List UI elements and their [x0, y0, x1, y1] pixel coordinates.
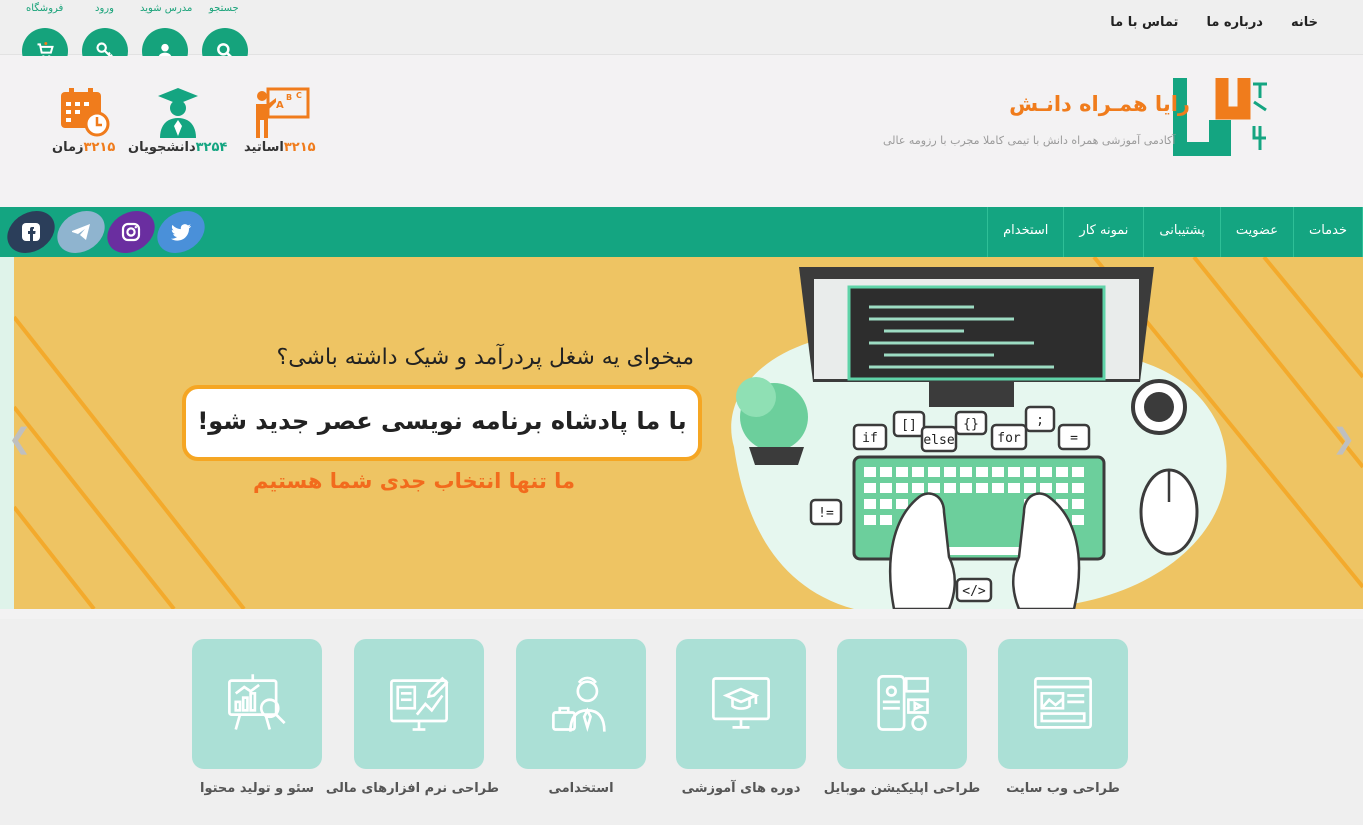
- code-bubble-equals: =: [1070, 431, 1078, 446]
- calendar-clock-icon: [60, 88, 110, 137]
- banner-headline-box: با ما پادشاه برنامه نویسی عصر جدید شو!: [182, 385, 702, 461]
- twitter-link[interactable]: [152, 211, 210, 253]
- mobile-app-icon: [877, 675, 929, 731]
- top-nav-about[interactable]: درباره ما: [1206, 15, 1263, 30]
- service-label: طراحی نرم افزارهای مالی: [325, 781, 499, 796]
- instagram-link[interactable]: [102, 211, 160, 253]
- twitter-icon: [171, 224, 191, 241]
- graduate-icon: [157, 88, 198, 138]
- menu-portfolio[interactable]: نمونه کار: [1063, 207, 1143, 257]
- course-icon: [712, 677, 770, 729]
- banner-question: میخوای یه شغل پردرآمد و شیک داشته باشی؟: [276, 345, 694, 370]
- teacher-board-icon: A B C: [255, 87, 310, 138]
- menu-services[interactable]: خدمات: [1292, 207, 1363, 257]
- stat-time-value: ۳۲۱۵: [83, 140, 116, 155]
- code-bubble-if: if: [862, 431, 878, 446]
- telegram-link[interactable]: [52, 211, 110, 253]
- main-nav: خدمات عضویت پشتیبانی نمونه کار استخدام: [0, 207, 1363, 257]
- service-mobile-app[interactable]: طراحی اپلیکیشن موبایل: [822, 639, 982, 796]
- employee-icon: [552, 676, 606, 732]
- slider-next-arrow[interactable]: ❯: [1332, 422, 1355, 455]
- banner-subline: ما تنها انتخاب جدی شما هستیم: [252, 469, 576, 493]
- stat-teachers: A B C ۳۲۱۵اساتید: [244, 86, 316, 155]
- service-label: سئو و تولید محتوا: [200, 781, 314, 796]
- slider-prev-arrow[interactable]: ❮: [8, 422, 31, 455]
- shop-label[interactable]: فروشگاه: [26, 3, 63, 14]
- code-bubble-for: for: [997, 431, 1021, 446]
- social-links: [2, 211, 210, 253]
- service-finance-software[interactable]: طراحی نرم افزارهای مالی: [325, 639, 499, 796]
- code-bubble-braces: {}: [963, 417, 979, 432]
- service-label: طراحی وب سایت: [1006, 781, 1120, 796]
- svg-text:B: B: [286, 93, 292, 102]
- brand-name: رایا همـراه دانـش: [1009, 92, 1190, 116]
- code-bubble-semicolon: ;: [1036, 413, 1044, 428]
- top-nav: خانه درباره ما تماس با ما: [1110, 15, 1318, 30]
- instagram-icon: [121, 222, 141, 242]
- hero-slide: if [] else {} for ; = != </> میخوای یه ش…: [14, 257, 1363, 609]
- service-label: دوره های آموزشی: [681, 781, 801, 796]
- service-seo[interactable]: سئو و تولید محتوا: [177, 639, 337, 796]
- stat-students: ۳۲۵۴دانشجویان: [128, 86, 227, 155]
- top-bar: خانه درباره ما تماس با ما فروشگاه ورود م…: [0, 0, 1363, 74]
- facebook-link[interactable]: [2, 211, 60, 253]
- stat-students-label: دانشجویان: [128, 140, 196, 155]
- menu-membership[interactable]: عضویت: [1219, 207, 1293, 257]
- stat-time: ۳۲۱۵زمان: [52, 86, 115, 155]
- stat-teachers-label: اساتید: [244, 140, 284, 155]
- service-label: طراحی اپلیکیشن موبایل: [823, 781, 981, 796]
- stat-students-value: ۳۲۵۴: [195, 140, 228, 155]
- banner-headline: با ما پادشاه برنامه نویسی عصر جدید شو!: [197, 407, 687, 435]
- finance-software-icon: [390, 676, 449, 731]
- service-web-design[interactable]: طراحی وب سایت: [983, 639, 1143, 796]
- service-hiring[interactable]: استخدامی: [501, 639, 661, 796]
- stat-teachers-value: ۳۲۱۵: [283, 140, 316, 155]
- service-label: استخدامی: [548, 781, 614, 796]
- svg-text:A: A: [276, 100, 284, 111]
- seo-icon: [228, 674, 286, 730]
- code-bubble-tag: </>: [962, 584, 986, 599]
- login-label[interactable]: ورود: [95, 3, 114, 14]
- svg-text:C: C: [296, 91, 302, 100]
- code-bubble-brackets: []: [901, 418, 917, 433]
- teacher-label[interactable]: مدرس شوید: [140, 3, 192, 14]
- hero-slider: if [] else {} for ; = != </> میخوای یه ش…: [0, 257, 1363, 609]
- service-courses[interactable]: دوره های آموزشی: [661, 639, 821, 796]
- menu-careers[interactable]: استخدام: [987, 207, 1063, 257]
- website-icon: [1034, 677, 1092, 729]
- facebook-icon: [22, 223, 40, 241]
- services-section: طراحی وب سایت طراحی اپلیکیشن موبایل دوره…: [0, 619, 1363, 825]
- code-bubble-else: else: [923, 433, 954, 448]
- site-header: رایا همـراه دانـش آکادمی آموزشی همراه دا…: [0, 56, 1363, 207]
- brand-tagline: آکادمی آموزشی همراه دانش با تیمی کاملا م…: [883, 134, 1176, 147]
- stat-time-label: زمان: [52, 140, 84, 155]
- top-nav-home[interactable]: خانه: [1291, 15, 1318, 30]
- top-nav-contact[interactable]: تماس با ما: [1110, 15, 1178, 30]
- search-label[interactable]: جستجو: [209, 3, 239, 14]
- main-menu: خدمات عضویت پشتیبانی نمونه کار استخدام: [987, 207, 1363, 257]
- code-bubble-not-equals: !=: [818, 506, 834, 521]
- telegram-icon: [72, 224, 90, 240]
- menu-support[interactable]: پشتیبانی: [1143, 207, 1219, 257]
